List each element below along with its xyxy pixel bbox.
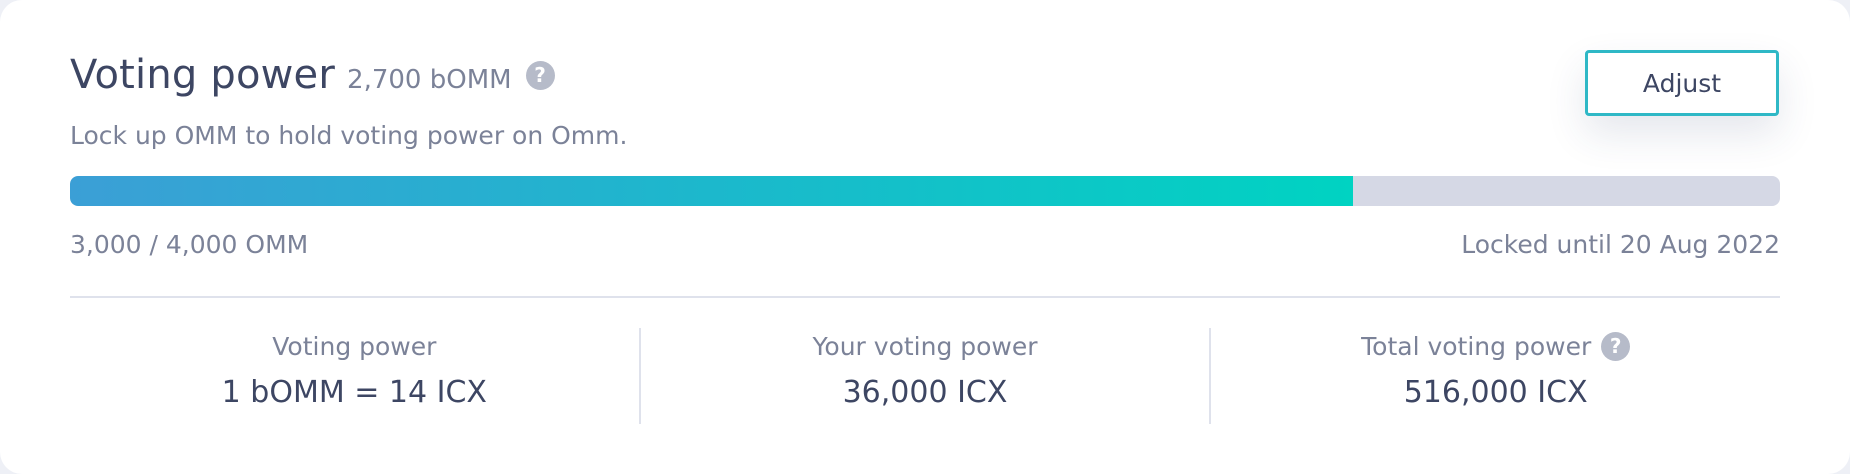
help-icon[interactable]: ?	[1601, 332, 1631, 361]
help-icon[interactable]: ?	[525, 61, 555, 90]
lock-progress-fill	[70, 176, 1353, 206]
stat-value: 1 bOMM = 14 ICX	[221, 375, 487, 410]
lock-progress-bar	[70, 176, 1780, 206]
bomm-balance: 2,700 bOMM	[347, 65, 512, 95]
card-header: Voting power 2,700 bOMM ?	[70, 52, 555, 98]
voting-power-card: Voting power 2,700 bOMM ? Adjust Lock up…	[0, 0, 1850, 474]
card-title: Voting power	[70, 52, 336, 98]
divider	[70, 296, 1780, 298]
stats-row: Voting power 1 bOMM = 14 ICX Your voting…	[70, 328, 1780, 424]
adjust-button[interactable]: Adjust	[1585, 50, 1779, 116]
stat-label: Voting power	[272, 332, 437, 361]
stat-your-voting-power: Your voting power 36,000 ICX	[638, 328, 1210, 424]
stat-value: 516,000 ICX	[1403, 375, 1588, 410]
stat-label: Total voting power	[1361, 332, 1592, 361]
card-description: Lock up OMM to hold voting power on Omm.	[70, 121, 628, 150]
lock-expiry: Locked until 20 Aug 2022	[1461, 230, 1780, 259]
stat-label: Your voting power	[812, 332, 1038, 361]
stat-total-voting-power: Total voting power ? 516,000 ICX	[1209, 328, 1780, 424]
locked-amount: 3,000 / 4,000 OMM	[70, 230, 309, 259]
stat-voting-power-rate: Voting power 1 bOMM = 14 ICX	[70, 328, 639, 424]
stat-value: 36,000 ICX	[842, 375, 1008, 410]
